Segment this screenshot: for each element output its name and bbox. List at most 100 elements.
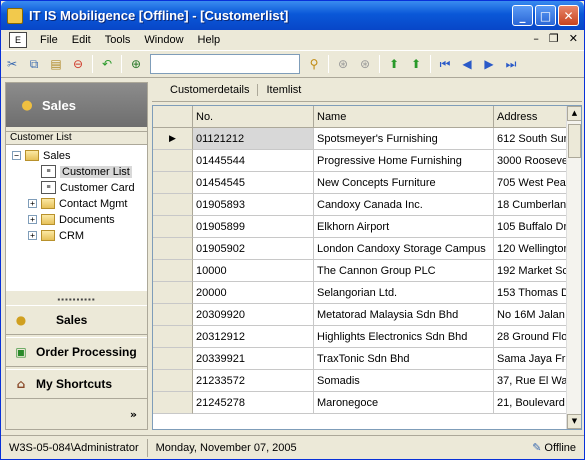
- tree-node[interactable]: − Sales: [12, 148, 71, 163]
- grid-cell[interactable]: Elkhorn Airport: [314, 216, 494, 238]
- paste-icon[interactable]: ▤: [46, 54, 66, 74]
- connect-icon[interactable]: ⊛: [355, 54, 375, 74]
- nav-button-my-shortcuts[interactable]: ⌂ My Shortcuts: [6, 369, 147, 399]
- sync-icon[interactable]: ⊛: [333, 54, 353, 74]
- last-record-icon[interactable]: ⏭: [501, 54, 521, 74]
- grid-cell[interactable]: 28 Ground Flo: [494, 326, 567, 348]
- grid-cell[interactable]: 192 Market Sc: [494, 260, 567, 282]
- grid-cell[interactable]: Metatorad Malaysia Sdn Bhd: [314, 304, 494, 326]
- grid-cell[interactable]: 18 Cumberland: [494, 194, 567, 216]
- undo-icon[interactable]: ↶: [97, 54, 117, 74]
- tree-node[interactable]: + Documents: [28, 212, 115, 227]
- row-selector[interactable]: [153, 172, 193, 194]
- scroll-thumb[interactable]: [568, 124, 581, 158]
- find-icon[interactable]: ⊕: [126, 54, 146, 74]
- scroll-up-icon[interactable]: ▲: [567, 106, 581, 121]
- grid-cell[interactable]: 705 West Pea: [494, 172, 567, 194]
- column-header-no[interactable]: No.: [193, 106, 314, 128]
- close-button[interactable]: ✕: [558, 5, 579, 26]
- grid-cell[interactable]: 20309920: [193, 304, 314, 326]
- first-record-icon[interactable]: ⏮: [435, 54, 455, 74]
- column-header-name[interactable]: Name: [314, 106, 494, 128]
- tree-node[interactable]: ≡ Customer List: [28, 164, 132, 179]
- table-row[interactable]: 20312912 Highlights Electronics Sdn Bhd 28…: [153, 326, 567, 348]
- mdi-restore-icon[interactable]: ❐: [549, 32, 559, 45]
- row-selector[interactable]: [153, 370, 193, 392]
- search-icon[interactable]: ⚲: [304, 54, 324, 74]
- row-selector[interactable]: [153, 392, 193, 414]
- grid-cell[interactable]: 20312912: [193, 326, 314, 348]
- tree-node[interactable]: + Contact Mgmt: [28, 196, 127, 211]
- grid-cell[interactable]: TraxTonic Sdn Bhd: [314, 348, 494, 370]
- row-selector[interactable]: [153, 194, 193, 216]
- more-buttons[interactable]: »: [6, 399, 147, 429]
- title-bar[interactable]: IT IS Mobiligence [Offline] - [Customerl…: [1, 1, 584, 30]
- grid-cell[interactable]: Somadis: [314, 370, 494, 392]
- grid-cell[interactable]: 01905893: [193, 194, 314, 216]
- grid-cell[interactable]: 01454545: [193, 172, 314, 194]
- table-row[interactable]: 01445544 Progressive Home Furnishing 3000 …: [153, 150, 567, 172]
- maximize-button[interactable]: □: [535, 5, 556, 26]
- import-icon[interactable]: ⬆: [384, 54, 404, 74]
- grid-cell[interactable]: 01905899: [193, 216, 314, 238]
- grid-cell[interactable]: Progressive Home Furnishing: [314, 150, 494, 172]
- grid-cell[interactable]: 105 Buffalo Dr: [494, 216, 567, 238]
- grid-cell[interactable]: The Cannon Group PLC: [314, 260, 494, 282]
- document-icon[interactable]: E: [9, 32, 27, 48]
- grid-cell[interactable]: 21, Boulevard: [494, 392, 567, 414]
- row-selector[interactable]: [153, 150, 193, 172]
- vertical-scrollbar[interactable]: ▲ ▼: [566, 106, 581, 429]
- splitter-grip[interactable]: ▪▪▪▪▪▪▪▪▪▪: [6, 295, 147, 304]
- minimize-button[interactable]: _: [512, 5, 533, 26]
- delete-icon[interactable]: ⊖: [68, 54, 88, 74]
- next-record-icon[interactable]: ▶: [479, 54, 499, 74]
- menu-tools[interactable]: Tools: [98, 34, 138, 46]
- grid-cell[interactable]: 37, Rue El Wa: [494, 370, 567, 392]
- mdi-close-icon[interactable]: ✕: [569, 32, 578, 45]
- grid-cell[interactable]: Spotsmeyer's Furnishing: [314, 128, 494, 150]
- grid-cell[interactable]: 20000: [193, 282, 314, 304]
- row-selector[interactable]: [153, 348, 193, 370]
- table-row[interactable]: 01454545 New Concepts Furniture 705 West P…: [153, 172, 567, 194]
- copy-icon[interactable]: ⧉: [24, 54, 44, 74]
- table-row[interactable]: 20000 Selangorian Ltd. 153 Thomas D: [153, 282, 567, 304]
- expand-icon[interactable]: +: [28, 199, 37, 208]
- grid-cell[interactable]: Candoxy Canada Inc.: [314, 194, 494, 216]
- grid-cell[interactable]: London Candoxy Storage Campus: [314, 238, 494, 260]
- tree-node[interactable]: ≡ Customer Card: [28, 180, 135, 195]
- grid-cell[interactable]: 01905902: [193, 238, 314, 260]
- table-row[interactable]: 20339921 TraxTonic Sdn Bhd Sama Jaya Fre: [153, 348, 567, 370]
- grid-cell[interactable]: 153 Thomas D: [494, 282, 567, 304]
- menu-window[interactable]: Window: [137, 34, 190, 46]
- menu-file[interactable]: File: [33, 34, 65, 46]
- grid-cell[interactable]: 612 South Sur: [494, 128, 567, 150]
- expand-icon[interactable]: +: [28, 215, 37, 224]
- table-row[interactable]: 01905902 London Candoxy Storage Campus 120…: [153, 238, 567, 260]
- grid-cell[interactable]: 21233572: [193, 370, 314, 392]
- table-row[interactable]: 21233572 Somadis 37, Rue El Wa: [153, 370, 567, 392]
- grid-cell[interactable]: 120 Wellington: [494, 238, 567, 260]
- table-row[interactable]: 21245278 Maronegoce 21, Boulevard: [153, 392, 567, 414]
- collapse-icon[interactable]: −: [12, 151, 21, 160]
- grid-cell[interactable]: 3000 Roosevel: [494, 150, 567, 172]
- grid-cell[interactable]: 20339921: [193, 348, 314, 370]
- table-row[interactable]: 10000 The Cannon Group PLC 192 Market Sc: [153, 260, 567, 282]
- table-row[interactable]: 20309920 Metatorad Malaysia Sdn Bhd No 16M…: [153, 304, 567, 326]
- grid-cell[interactable]: 21245278: [193, 392, 314, 414]
- search-input[interactable]: [150, 54, 300, 74]
- tab-itemlist[interactable]: Itemlist: [258, 84, 309, 96]
- expand-icon[interactable]: +: [28, 231, 37, 240]
- row-selector[interactable]: [153, 260, 193, 282]
- menu-help[interactable]: Help: [191, 34, 228, 46]
- grid-cell[interactable]: Sama Jaya Fre: [494, 348, 567, 370]
- grid-cell[interactable]: Selangorian Ltd.: [314, 282, 494, 304]
- row-selector[interactable]: [153, 326, 193, 348]
- cut-icon[interactable]: ✂: [2, 54, 22, 74]
- grid-cell[interactable]: No 16M Jalan: [494, 304, 567, 326]
- app-icon[interactable]: [7, 7, 23, 24]
- table-row[interactable]: 01905899 Elkhorn Airport 105 Buffalo Dr: [153, 216, 567, 238]
- grid-cell[interactable]: 01121212: [193, 128, 314, 150]
- row-selector[interactable]: [153, 282, 193, 304]
- row-selector[interactable]: [153, 216, 193, 238]
- previous-record-icon[interactable]: ◀: [457, 54, 477, 74]
